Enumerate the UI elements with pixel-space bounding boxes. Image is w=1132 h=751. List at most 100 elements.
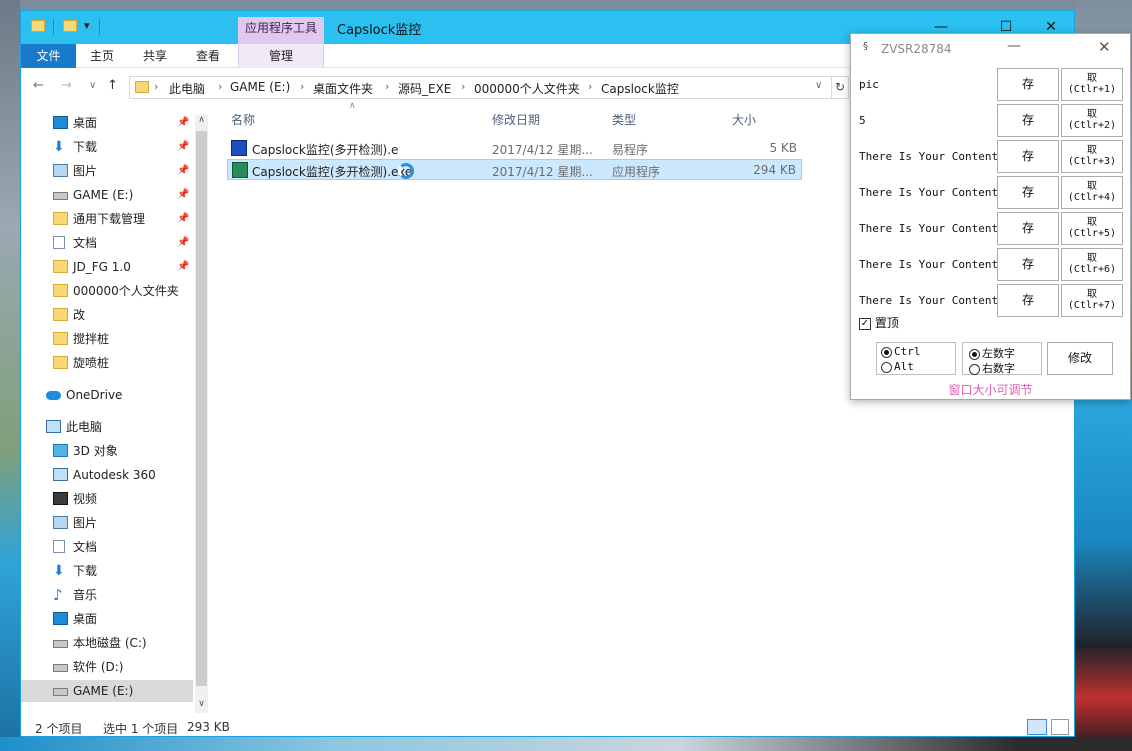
load-slot-button[interactable]: 取 (Ctlr+5) [1061, 212, 1123, 245]
nav-item[interactable]: Autodesk 360 [21, 464, 193, 486]
nav-item[interactable]: 搅拌桩 [21, 328, 193, 350]
breadcrumb-this-pc[interactable]: 此电脑 [169, 80, 205, 97]
radio-left-number[interactable]: 左数字 [969, 345, 1015, 361]
breadcrumb-separator[interactable]: › [218, 80, 222, 93]
load-slot-button[interactable]: 取 (Ctlr+3) [1061, 140, 1123, 173]
nav-item[interactable]: 桌面 [21, 608, 193, 630]
topmost-checkbox[interactable]: ✓ 置顶 [859, 314, 899, 331]
pin-icon[interactable]: 📌 [177, 232, 189, 254]
up-arrow-icon[interactable]: ↑ [107, 78, 118, 93]
nav-item[interactable]: 视频 [21, 488, 193, 510]
file-row[interactable]: Capslock监控(多开检测).e 2017/4/12 星期... 易程序 5… [227, 138, 802, 159]
address-box[interactable]: › 此电脑 › GAME (E:) › 桌面文件夹 › 源码_EXE › 000… [129, 76, 832, 99]
breadcrumb-capslock[interactable]: Capslock监控 [601, 80, 679, 97]
nav-item[interactable]: 网络 [21, 712, 193, 714]
modify-button[interactable]: 修改 [1047, 342, 1113, 375]
breadcrumb-personal-folder[interactable]: 000000个人文件夹 [474, 80, 580, 97]
close-button[interactable]: ✕ [1098, 38, 1111, 56]
nav-item[interactable]: 000000个人文件夹 [21, 280, 193, 302]
folder-icon[interactable] [31, 20, 45, 32]
nav-item[interactable]: 本地磁盘 (C:) [21, 632, 193, 654]
breadcrumb-desktop-folder[interactable]: 桌面文件夹 [313, 80, 373, 97]
column-size[interactable]: 大小 [732, 111, 756, 128]
nav-item[interactable]: 图片 [21, 512, 193, 534]
chevron-down-icon[interactable]: ▾ [84, 19, 90, 32]
checkbox-checked-icon[interactable]: ✓ [859, 317, 871, 330]
pin-icon[interactable]: 📌 [177, 136, 189, 158]
load-slot-button[interactable]: 取 (Ctlr+6) [1061, 248, 1123, 281]
file-row-selected[interactable]: Capslock监控(多开检测).exe 2017/4/12 星期... 应用程… [227, 159, 802, 180]
radio-selected-icon[interactable] [969, 348, 980, 360]
tab-home[interactable]: 主页 [81, 44, 123, 68]
nav-item[interactable]: GAME (E:) [21, 680, 193, 702]
scroll-up-icon[interactable]: ∧ [195, 115, 208, 125]
back-arrow-icon[interactable]: ← [33, 78, 44, 93]
save-slot-button[interactable]: 存 [997, 176, 1059, 209]
radio-selected-icon[interactable] [881, 346, 892, 358]
nav-item[interactable]: 通用下载管理 📌 [21, 208, 193, 230]
nav-item[interactable]: ♪ 音乐 [21, 584, 193, 606]
save-slot-button[interactable]: 存 [997, 212, 1059, 245]
nav-item[interactable]: JD_FG 1.0 📌 [21, 256, 193, 278]
breadcrumb-separator[interactable]: › [385, 80, 389, 93]
tab-manage[interactable]: 管理 [238, 44, 324, 68]
nav-item[interactable]: 软件 (D:) [21, 656, 193, 678]
nav-item[interactable]: OneDrive [21, 384, 193, 406]
scroll-down-icon[interactable]: ∨ [195, 699, 208, 709]
minimize-button[interactable]: — [1007, 38, 1021, 54]
save-slot-button[interactable]: 存 [997, 284, 1059, 317]
pin-icon[interactable]: 📌 [177, 160, 189, 182]
new-folder-icon[interactable] [63, 20, 77, 32]
breadcrumb-separator[interactable]: › [300, 80, 304, 93]
pin-icon[interactable]: 📌 [177, 112, 189, 134]
pin-icon[interactable]: 📌 [177, 256, 189, 278]
recent-locations-icon[interactable]: ∨ [89, 80, 96, 91]
large-icons-view-icon[interactable] [1051, 719, 1069, 735]
nav-scrollbar[interactable]: ∧ ∨ [195, 115, 208, 713]
nav-item[interactable]: 图片 📌 [21, 160, 193, 182]
radio-unselected-icon[interactable] [969, 363, 980, 375]
breadcrumb-game-drive[interactable]: GAME (E:) [230, 80, 290, 94]
nav-item[interactable]: ⬇ 下载 📌 [21, 136, 193, 158]
load-slot-button[interactable]: 取 (Ctlr+4) [1061, 176, 1123, 209]
chevron-down-icon[interactable]: ∨ [815, 80, 822, 91]
details-view-icon[interactable] [1027, 719, 1047, 735]
save-slot-button[interactable]: 存 [997, 104, 1059, 137]
refresh-icon[interactable]: ↻ [832, 76, 849, 99]
pin-icon[interactable]: 📌 [177, 208, 189, 230]
pin-icon[interactable]: 📌 [177, 184, 189, 206]
nav-item[interactable]: 此电脑 [21, 416, 193, 438]
nav-item[interactable]: 文档 📌 [21, 232, 193, 254]
radio-alt[interactable]: Alt [881, 360, 914, 373]
breadcrumb-source-exe[interactable]: 源码_EXE [398, 80, 451, 97]
save-slot-button[interactable]: 存 [997, 68, 1059, 101]
folder-icon [53, 212, 68, 225]
nav-item[interactable]: GAME (E:) 📌 [21, 184, 193, 206]
radio-unselected-icon[interactable] [881, 361, 892, 373]
load-slot-button[interactable]: 取 (Ctlr+1) [1061, 68, 1123, 101]
nav-item[interactable]: 文档 [21, 536, 193, 558]
nav-item[interactable]: 桌面 📌 [21, 112, 193, 134]
nav-item[interactable]: 3D 对象 [21, 440, 193, 462]
radio-right-number[interactable]: 右数字 [969, 360, 1015, 376]
forward-arrow-icon[interactable]: → [61, 78, 72, 93]
tab-file[interactable]: 文件 [21, 44, 76, 68]
nav-item[interactable]: ⬇ 下载 [21, 560, 193, 582]
slot-content-label: There Is Your Content [859, 186, 999, 199]
nav-item[interactable]: 旋喷桩 [21, 352, 193, 374]
tab-view[interactable]: 查看 [187, 44, 229, 68]
load-slot-button[interactable]: 取 (Ctlr+7) [1061, 284, 1123, 317]
nav-item-label: GAME (E:) [73, 188, 134, 202]
column-type[interactable]: 类型 [612, 111, 636, 128]
radio-ctrl[interactable]: Ctrl [881, 345, 921, 358]
save-slot-button[interactable]: 存 [997, 248, 1059, 281]
tab-share[interactable]: 共享 [134, 44, 176, 68]
breadcrumb-separator[interactable]: › [588, 80, 592, 93]
breadcrumb-separator[interactable]: › [461, 80, 465, 93]
scrollbar-thumb[interactable] [196, 131, 207, 686]
save-slot-button[interactable]: 存 [997, 140, 1059, 173]
load-slot-button[interactable]: 取 (Ctlr+2) [1061, 104, 1123, 137]
nav-item[interactable]: 改 [21, 304, 193, 326]
column-date-modified[interactable]: 修改日期 [492, 111, 540, 128]
column-name[interactable]: 名称 [231, 111, 255, 128]
